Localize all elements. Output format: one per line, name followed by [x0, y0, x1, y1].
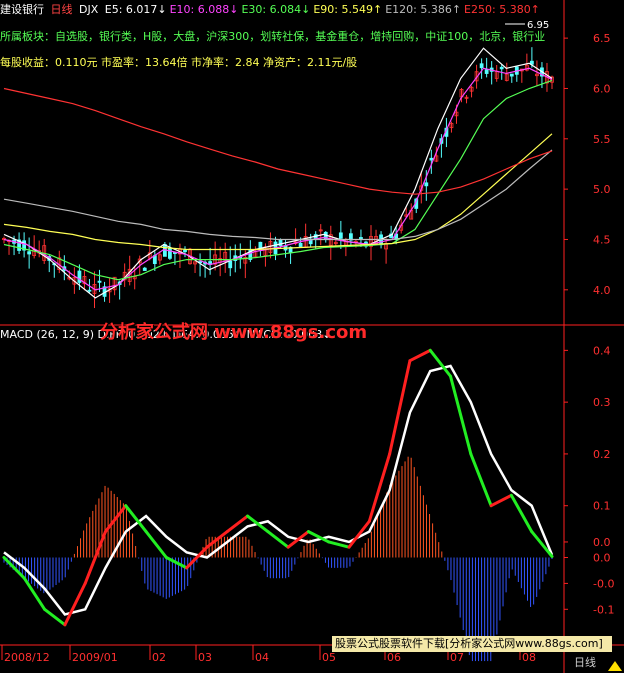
diff-line-segment: [530, 530, 554, 558]
ma-e90: E90: 5.549↑: [313, 3, 383, 16]
ma-e250: E250: 5.380↑: [464, 3, 540, 16]
candle-body: [429, 157, 434, 161]
diff-line-segment: [509, 493, 534, 534]
finance-line: 每股收益：0.110元 市盈率：13.64倍 市净率：2.84 净资产：2.11…: [0, 56, 358, 69]
time-tick-label: 03: [198, 651, 212, 664]
diff-line-segment: [408, 348, 432, 363]
candle-body: [499, 66, 504, 70]
macd-tick-label: 0.0: [593, 552, 611, 565]
time-tick-label: 06: [387, 651, 401, 664]
ma-e5: E5: 6.017↓: [104, 3, 167, 16]
candle-body: [298, 242, 303, 247]
diff-line-segment: [428, 348, 453, 378]
corner-triangle-icon[interactable]: [608, 661, 622, 671]
candle-body: [509, 73, 514, 77]
price-tick-label: 4.5: [593, 233, 611, 246]
macd-tick-label: -0.1: [593, 603, 614, 616]
time-tick-label: 2009/01: [72, 651, 118, 664]
price-tick-label: 6.0: [593, 82, 611, 95]
ma-line-e250: [3, 87, 553, 195]
macd-tick-label: -0.0: [593, 577, 614, 590]
candle-body: [27, 251, 32, 255]
price-tick-label: 6.5: [593, 32, 611, 45]
diff-line-segment: [246, 514, 270, 534]
ma-e10: E10: 6.088↓: [169, 3, 239, 16]
time-tick-label: 07: [450, 651, 464, 664]
period-toggle[interactable]: 日线: [574, 654, 596, 670]
price-tick-label: 4.0: [593, 284, 611, 297]
ma-e30: E30: 6.084↓: [241, 3, 311, 16]
ma-values: E5: 6.017↓ E10: 6.088↓ E30: 6.084↓ E90: 5.5…: [105, 3, 543, 16]
candle-body: [183, 249, 187, 253]
diff-line-segment: [449, 374, 473, 456]
candle-body: [359, 237, 363, 240]
diff-line-segment: [327, 540, 351, 549]
candle-body: [87, 289, 92, 292]
candle-body: [228, 260, 233, 269]
diff-line-segment: [286, 530, 310, 549]
diff-line-segment: [144, 530, 168, 559]
ma-line-e30: [3, 79, 553, 281]
diff-line-segment: [489, 493, 513, 508]
diff-line-segment: [469, 452, 493, 508]
candle-body: [77, 270, 82, 283]
macd-tick-label: 0.2: [593, 448, 611, 461]
price-tick-label: 5.0: [593, 183, 611, 196]
stock-chart-window: 6.5 6.0 5.5 5.0 4.5 4.0 6.95 0.4 0.3 0.2 0.1 0.0 0.0…: [0, 0, 624, 673]
macd-tick-label: 0.3: [593, 396, 611, 409]
candle-body: [484, 69, 489, 74]
index-label: DJX: [79, 3, 99, 16]
price-tick-label: 5.5: [593, 133, 611, 146]
candle-body: [479, 63, 484, 69]
ma-line-e10: [3, 67, 553, 291]
macd-tick-label: 0.4: [593, 344, 611, 357]
candle-body: [338, 232, 343, 239]
macd-tick-label: 0.1: [593, 500, 611, 513]
time-tick-label: 08: [522, 651, 536, 664]
candle-body: [142, 267, 147, 271]
diff-line-segment: [388, 359, 412, 456]
period-label[interactable]: 日线: [51, 3, 73, 16]
ma-e120: E120: 5.386↑: [385, 3, 462, 16]
diff-line-segment: [63, 581, 87, 627]
time-tick-label: 2008/12: [4, 651, 50, 664]
ma-line-e90: [3, 133, 553, 251]
time-tick-label: 02: [152, 651, 166, 664]
sector-line: 所属板块：自选股，银行类，H股，大盘，沪深300，划转社保，基金重仓，增持回购，…: [0, 30, 546, 43]
ma-line-e120: [3, 149, 553, 241]
candle-body: [424, 182, 429, 187]
watermark: 分析家公式网 www.88gs.com: [100, 322, 368, 343]
macd-tick-label: 0.0: [593, 536, 611, 549]
time-tick-label: 05: [322, 651, 336, 664]
download-banner[interactable]: 股票公式股票软件下载[分析家公式网www.88gs.com]: [332, 636, 612, 652]
chart-header: 建设银行 日线 DJX E5: 6.017↓ E10: 6.088↓ E30: 6.…: [0, 3, 546, 16]
time-tick-label: 04: [255, 651, 269, 664]
stock-name: 建设银行: [0, 3, 44, 16]
candle-body: [97, 280, 102, 283]
